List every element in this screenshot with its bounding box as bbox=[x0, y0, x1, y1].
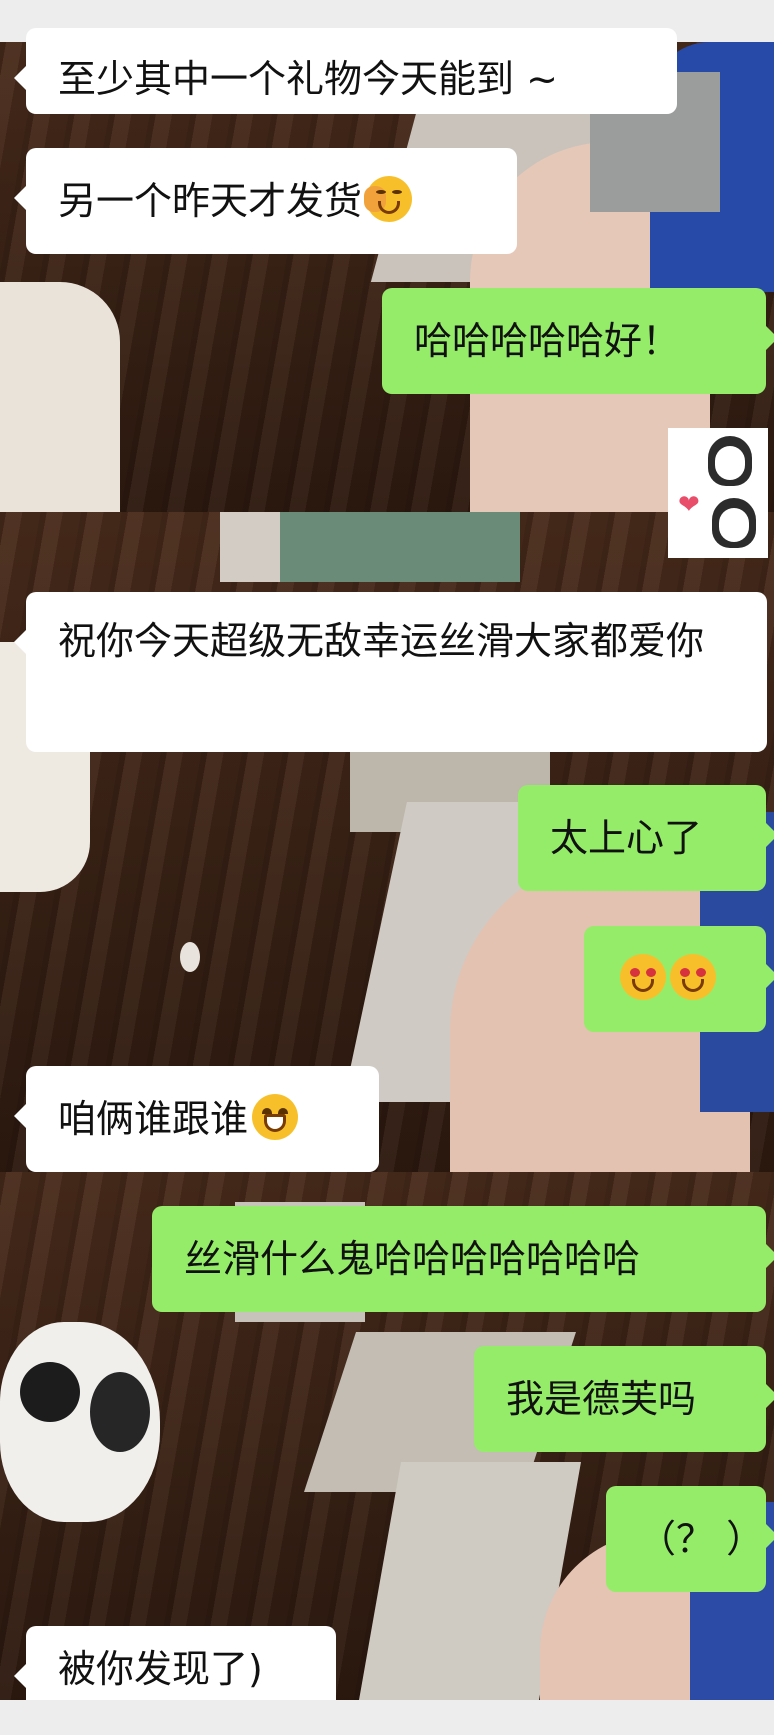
face-palm-emoji-icon bbox=[364, 176, 413, 222]
message-bubble-left[interactable]: 另一个昨天才发货 bbox=[14, 148, 517, 254]
message-text: 丝滑什么鬼哈哈哈哈哈哈哈 bbox=[184, 1237, 641, 1281]
message-bubble-right[interactable]: 哈哈哈哈哈好！ bbox=[382, 288, 774, 394]
penguin-heart-sticker[interactable]: ❤ bbox=[668, 428, 768, 558]
message-text: 咱俩谁跟谁 bbox=[58, 1097, 249, 1141]
heart-eyes-emoji-icon bbox=[620, 954, 666, 1000]
message-text: 至少其中一个礼物今天能到 ~ bbox=[58, 57, 558, 101]
message-bubble-left[interactable]: 被你发现了) bbox=[14, 1626, 336, 1700]
message-text: 我是德芙吗 bbox=[506, 1377, 697, 1421]
message-bubble-left[interactable]: 咱俩谁跟谁 bbox=[14, 1066, 379, 1172]
heart-eyes-emoji-icon bbox=[670, 954, 716, 1000]
message-bubble-right[interactable]: （？ ） bbox=[606, 1486, 774, 1592]
message-text: 太上心了 bbox=[550, 816, 703, 860]
message-text: 哈哈哈哈哈好！ bbox=[414, 319, 681, 363]
penguin-icon bbox=[708, 436, 752, 486]
message-text: 另一个昨天才发货 bbox=[58, 179, 363, 223]
message-text: 被你发现了) bbox=[58, 1647, 263, 1691]
heart-icon: ❤ bbox=[678, 490, 700, 520]
message-bubble-left[interactable]: 至少其中一个礼物今天能到 ~ bbox=[14, 28, 677, 114]
penguin-icon bbox=[712, 498, 756, 548]
message-bubble-right[interactable]: 丝滑什么鬼哈哈哈哈哈哈哈 bbox=[152, 1206, 774, 1312]
message-bubble-right[interactable]: 太上心了 bbox=[518, 785, 774, 891]
message-bubble-right[interactable]: 我是德芙吗 bbox=[474, 1346, 774, 1452]
message-text: （？ ） bbox=[638, 1517, 765, 1561]
bottom-bar bbox=[0, 1700, 774, 1735]
message-text: 祝你今天超级无敌幸运丝滑大家都爱你 bbox=[58, 619, 705, 663]
grin-emoji-icon bbox=[252, 1094, 299, 1140]
message-bubble-right[interactable] bbox=[584, 926, 774, 1032]
message-bubble-left[interactable]: 祝你今天超级无敌幸运丝滑大家都爱你 bbox=[14, 592, 767, 752]
